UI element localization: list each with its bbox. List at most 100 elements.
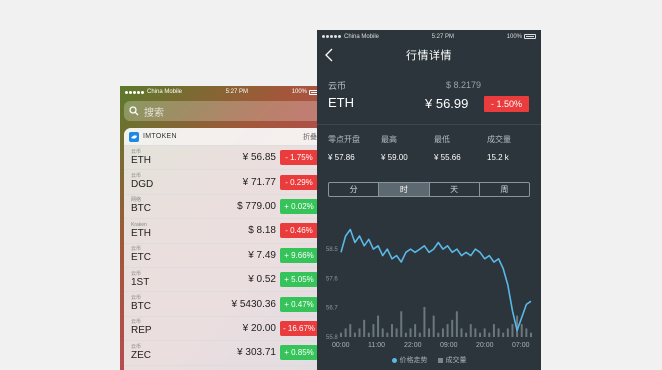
- back-chevron-icon[interactable]: [325, 48, 334, 62]
- timeframe-tab[interactable]: 周: [480, 183, 529, 196]
- cny-price: ¥ 56.99: [425, 96, 469, 111]
- coin-symbol: REP: [131, 325, 152, 337]
- x-tick-label: 07:00: [512, 342, 530, 349]
- legend-price-label: 价格走势: [399, 357, 428, 364]
- change-badge: + 0.02%: [280, 198, 318, 214]
- coin-row[interactable]: 云币 DGD ¥ 71.77 - 0.29%: [124, 170, 322, 195]
- volume-bar: [432, 315, 435, 337]
- change-badge: - 16.67%: [280, 320, 318, 336]
- volume-bar: [474, 328, 477, 337]
- change-badge: - 1.75%: [280, 150, 318, 166]
- volume-bar: [358, 328, 361, 337]
- coin-row[interactable]: 云币 1ST ¥ 0.52 + 5.05%: [124, 268, 322, 293]
- coin-exchange: 云币: [131, 148, 142, 155]
- coin-values: ¥ 7.49 + 9.66%: [248, 247, 318, 263]
- volume-bar: [502, 332, 505, 337]
- legend-volume: 成交量: [437, 355, 467, 365]
- volume-bar: [483, 328, 486, 337]
- volume-bar: [395, 328, 398, 337]
- volume-bar: [400, 311, 403, 337]
- coin-symbol: ETH: [131, 227, 151, 239]
- status-time: 5:27 PM: [225, 89, 249, 95]
- stat-label: 成交量: [487, 135, 511, 144]
- volume-bar: [492, 324, 495, 337]
- volume-bar: [367, 332, 370, 337]
- search-bar[interactable]: 搜索: [124, 101, 322, 121]
- status-bar: China Mobile 5:27 PM 100%: [317, 30, 541, 43]
- volume-bar: [469, 324, 472, 337]
- volume-bar: [511, 324, 514, 337]
- volume-bar: [479, 332, 482, 337]
- coin-price: ¥ 7.49: [248, 249, 276, 261]
- y-tick-label: 56.7: [326, 306, 338, 312]
- coin-row[interactable]: 云币 BTC ¥ 5430.36 + 0.47%: [124, 292, 322, 317]
- coin-price: ¥ 0.52: [248, 274, 276, 286]
- volume-bar: [455, 311, 458, 337]
- detail-phone-screen: China Mobile 5:27 PM 100% 行情详情 云币 ETH $ …: [317, 30, 541, 370]
- volume-bar: [409, 328, 412, 337]
- volume-bar: [460, 328, 463, 337]
- stat-item: 最低 ¥ 55.66: [434, 134, 487, 162]
- collapse-button[interactable]: 折叠: [303, 132, 317, 142]
- volume-bar: [525, 328, 528, 337]
- coin-row[interactable]: 云币 ETC ¥ 7.49 + 9.66%: [124, 244, 322, 268]
- change-badge: - 0.29%: [280, 174, 318, 190]
- coin-symbol: ETC: [131, 252, 151, 264]
- change-badge: - 1.50%: [484, 96, 529, 112]
- stat-value: ¥ 55.66: [434, 153, 461, 162]
- coin-values: ¥ 0.52 + 5.05%: [248, 272, 318, 288]
- volume-bar: [465, 332, 468, 337]
- change-badge: + 0.47%: [280, 296, 318, 312]
- stat-item: 最高 ¥ 59.00: [381, 134, 434, 162]
- coin-price: $ 8.18: [248, 225, 276, 237]
- change-badge: + 5.05%: [280, 272, 318, 288]
- stat-item: 零点开盘 ¥ 57.86: [328, 134, 381, 162]
- coin-symbol: ETH: [328, 95, 354, 110]
- status-time: 5:27 PM: [431, 33, 455, 40]
- volume-bar: [404, 332, 407, 337]
- battery-percent: 100%: [506, 33, 522, 40]
- coin-names: 云币 DGD: [131, 174, 153, 190]
- coin-symbol: 1ST: [131, 276, 150, 288]
- coin-row[interactable]: Kraken ETH $ 8.18 - 0.46%: [124, 219, 322, 244]
- coin-exchange: 云币: [131, 270, 142, 277]
- volume-bar: [451, 319, 454, 337]
- coin-names: 云币 ETH: [131, 148, 151, 166]
- volume-bar: [441, 328, 444, 337]
- imtoken-app-icon: [129, 131, 139, 142]
- stat-item: 成交量 15.2 k: [487, 134, 540, 162]
- coin-names: 云币 ZEC: [131, 344, 151, 361]
- timeframe-tab[interactable]: 天: [430, 183, 480, 196]
- volume-bar: [446, 324, 449, 337]
- coin-price: ¥ 56.85: [242, 152, 276, 164]
- timeframe-tabs: 分时天周: [328, 182, 530, 197]
- coin-symbol: BTC: [131, 301, 151, 313]
- coin-names: 云币 1ST: [131, 270, 150, 288]
- legend-price: 价格走势: [391, 355, 428, 365]
- page-title: 行情详情: [406, 50, 452, 62]
- coin-names: 云币 BTC: [131, 296, 151, 312]
- price-line: [340, 228, 532, 332]
- coin-row[interactable]: 云币 ZEC ¥ 303.71 + 0.85%: [124, 341, 322, 366]
- stat-value: 15.2 k: [487, 153, 509, 162]
- carrier-label: China Mobile: [344, 33, 380, 40]
- volume-bar: [497, 328, 500, 337]
- volume-bar: [428, 328, 431, 337]
- volume-bar: [414, 324, 417, 337]
- volume-bar: [381, 328, 384, 337]
- signal-icon: [125, 90, 144, 94]
- coin-row[interactable]: 云币 REP ¥ 20.00 - 16.67%: [124, 317, 322, 342]
- timeframe-tab[interactable]: 分: [329, 183, 380, 196]
- timeframe-tab[interactable]: 时: [379, 183, 430, 196]
- coin-row[interactable]: 云币 ETH ¥ 56.85 - 1.75%: [124, 146, 322, 171]
- volume-bar: [363, 319, 366, 337]
- coin-price: ¥ 20.00: [242, 322, 276, 334]
- navigation-bar: 行情详情: [317, 43, 541, 67]
- coin-row[interactable]: 网络 BTC $ 779.00 + 0.02%: [124, 195, 322, 220]
- coin-price: $ 779.00: [237, 200, 276, 212]
- x-tick-label: 09:00: [440, 342, 458, 349]
- widget-header: IMTOKEN 折叠: [124, 128, 322, 146]
- coin-values: ¥ 71.77 - 0.29%: [243, 174, 318, 190]
- x-tick-label: 11:00: [368, 342, 385, 349]
- stat-label: 零点开盘: [328, 135, 360, 144]
